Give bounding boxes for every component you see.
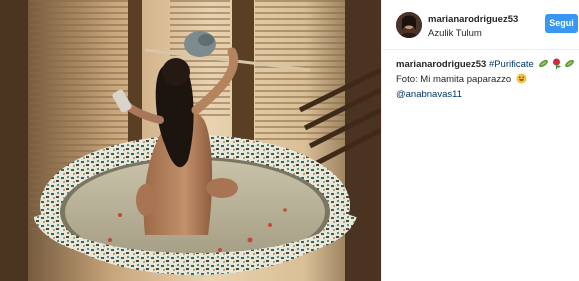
post-photo[interactable] — [0, 0, 381, 281]
instagram-post: marianarodriguez53 Azulik Tulum Segui ma… — [0, 0, 579, 281]
avatar[interactable] — [396, 12, 422, 38]
hashtag-link[interactable]: #Purificate — [489, 59, 534, 70]
caption-username-link[interactable]: marianarodriguez53 — [396, 59, 486, 70]
post-header: marianarodriguez53 Azulik Tulum Segui — [382, 0, 579, 50]
rose-emoji — [551, 58, 562, 73]
post-side-panel: marianarodriguez53 Azulik Tulum Segui ma… — [381, 0, 579, 281]
username-link[interactable]: marianarodriguez53 — [428, 14, 518, 25]
location-link[interactable]: Azulik Tulum — [428, 28, 482, 39]
cucumber-emoji — [538, 58, 549, 73]
follow-button[interactable]: Segui — [545, 14, 578, 33]
mention-link[interactable]: @anabnavas11 — [396, 89, 462, 100]
caption-credit: Foto: Mi mamita paparazzo — [396, 74, 512, 85]
grinning-face-emoji — [516, 73, 527, 88]
post-caption: marianarodriguez53 #Purificate Foto: Mi … — [396, 58, 576, 101]
cucumber-emoji — [564, 58, 575, 73]
